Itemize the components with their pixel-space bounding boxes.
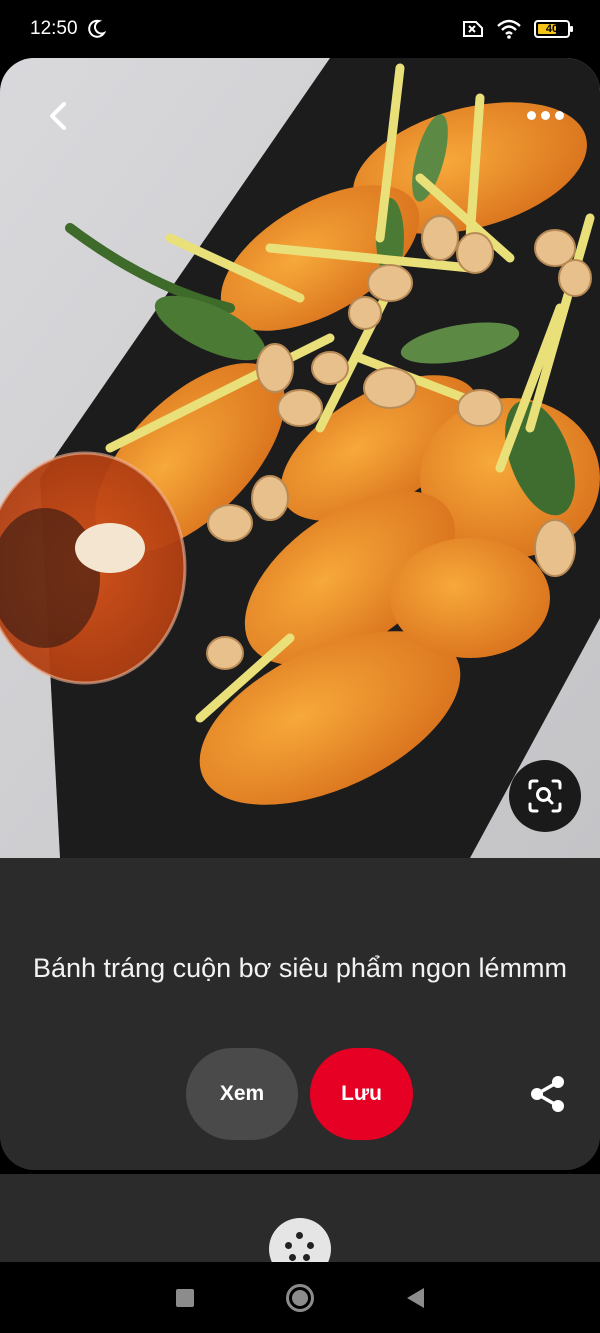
status-left: 12:50 <box>30 18 106 40</box>
related-pins-panel <box>0 1174 600 1262</box>
more-options-icon[interactable] <box>520 100 570 130</box>
back-arrow-icon <box>50 102 66 130</box>
status-time: 12:50 <box>30 18 78 39</box>
view-button[interactable]: Xem <box>186 1048 298 1140</box>
pinterest-dots-icon[interactable] <box>269 1218 331 1262</box>
no-sim-icon <box>463 21 483 37</box>
pin-actions: Xem Lưu <box>0 1048 600 1140</box>
moon-icon <box>87 19 106 38</box>
wifi-icon <box>497 19 521 39</box>
pin-title: Bánh tráng cuộn bơ siêu phẩm ngon lémmm <box>32 953 567 983</box>
share-button[interactable] <box>528 1074 568 1114</box>
visual-search-icon <box>528 779 562 813</box>
recents-square-icon[interactable] <box>176 1288 195 1307</box>
system-nav-bar <box>0 1262 600 1333</box>
visual-search-button[interactable] <box>509 760 581 832</box>
back-triangle-icon[interactable] <box>406 1287 424 1308</box>
share-icon <box>531 1076 564 1112</box>
pin-card: Bánh tráng cuộn bơ siêu phẩm ngon lémmm … <box>0 58 600 1170</box>
status-right: 40 <box>460 19 573 39</box>
battery-icon: 40 <box>534 20 573 38</box>
battery-level: 40 <box>545 23 559 35</box>
back-button[interactable] <box>38 96 78 136</box>
status-bar: 12:50 40 <box>0 0 600 58</box>
spring-rolls-photo <box>0 58 600 858</box>
home-circle-icon[interactable] <box>286 1283 315 1312</box>
pin-image[interactable] <box>0 58 600 858</box>
save-button[interactable]: Lưu <box>310 1048 413 1140</box>
